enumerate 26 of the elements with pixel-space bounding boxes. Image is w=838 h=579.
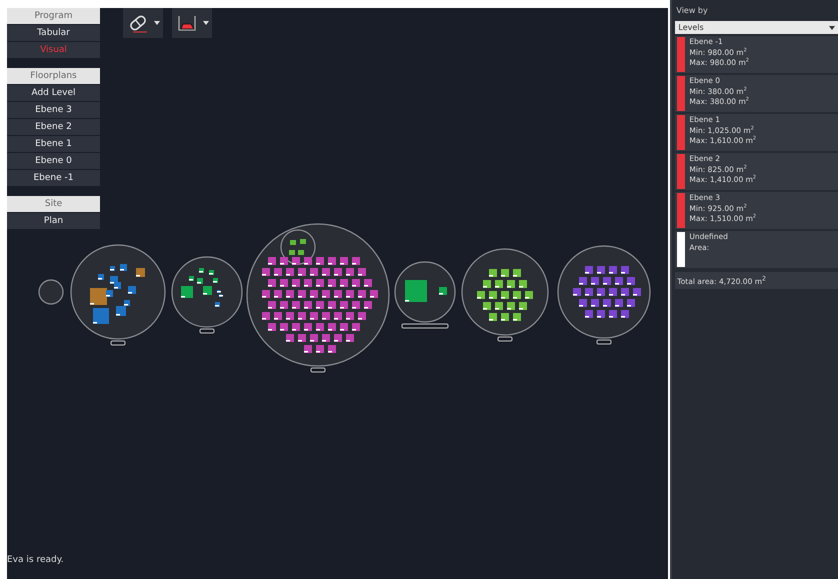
caret-icon: [154, 21, 160, 25]
sidebar-button[interactable]: Ebene 3: [7, 102, 100, 118]
sidebar-button[interactable]: Ebene 0: [7, 153, 100, 169]
space-bubble[interactable]: [171, 256, 243, 334]
sidebar-button[interactable]: Ebene -1: [7, 170, 100, 186]
sidebar-button[interactable]: Add Level: [7, 85, 100, 101]
space-bubble[interactable]: [461, 248, 549, 342]
status-text: Eva is ready.: [7, 555, 64, 565]
view-by-dropdown[interactable]: Levels: [675, 21, 838, 34]
section-header: Floorplans: [7, 68, 100, 84]
sidebar-button[interactable]: Ebene 1: [7, 136, 100, 152]
space-bubble[interactable]: [394, 261, 456, 328]
section-header: Site: [7, 196, 100, 212]
tool-button[interactable]: [172, 8, 212, 38]
caret-icon: [829, 26, 835, 30]
caret-icon: [202, 21, 208, 25]
space-bubble[interactable]: [557, 245, 651, 344]
sidebar-button[interactable]: Tabular: [7, 25, 100, 41]
space-bubble[interactable]: [70, 244, 166, 346]
space-bubble[interactable]: [38, 279, 64, 305]
sidebar-button[interactable]: Plan: [7, 213, 100, 229]
sidebar-button[interactable]: Ebene 2: [7, 119, 100, 135]
tool-button[interactable]: [123, 8, 163, 38]
view-by-label: View by: [675, 5, 709, 17]
section-header: Program: [7, 8, 100, 24]
space-bubble[interactable]: [246, 223, 390, 372]
